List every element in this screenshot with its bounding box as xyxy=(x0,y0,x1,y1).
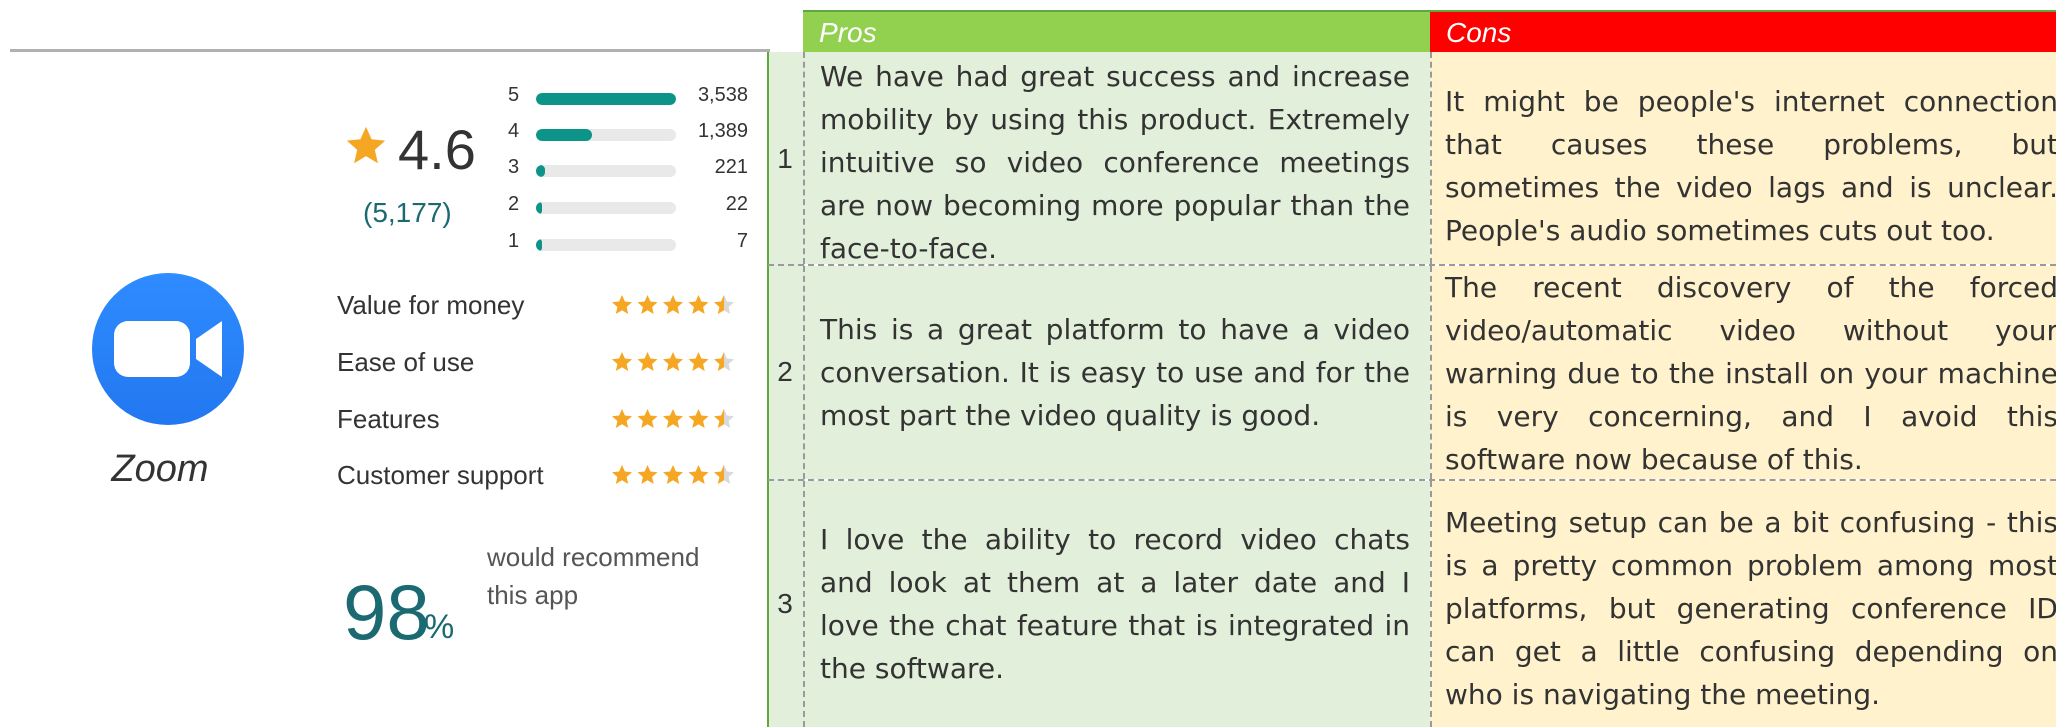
star-icon xyxy=(714,352,734,371)
cons-header-label: Cons xyxy=(1446,17,1512,48)
header-divider xyxy=(10,49,770,52)
histogram-bar xyxy=(536,165,545,177)
histogram-count: 1,389 xyxy=(697,120,748,142)
sub-rating-row: Features xyxy=(337,404,747,444)
row-index: 3 xyxy=(777,588,793,619)
histogram-track xyxy=(536,93,676,105)
sub-rating-name: Customer support xyxy=(337,460,544,490)
star-icon xyxy=(714,409,734,428)
histogram-star-label: 1 xyxy=(508,230,520,252)
star-icon xyxy=(612,465,632,484)
star-icon xyxy=(637,465,658,484)
star-rating xyxy=(610,462,738,493)
cons-header: Cons xyxy=(1430,10,2056,54)
pros-cell: We have had great success and increase m… xyxy=(803,52,1430,265)
star-icon xyxy=(688,409,709,428)
pros-text: We have had great success and increase m… xyxy=(820,60,1410,265)
cons-cell: The recent discovery of the forced video… xyxy=(1430,266,2056,479)
histogram-star-label: 3 xyxy=(508,156,520,178)
histogram-bar xyxy=(536,93,676,105)
star-icon xyxy=(663,352,683,371)
histogram-count: 22 xyxy=(725,193,748,215)
star-icon xyxy=(688,295,709,314)
pros-header-label: Pros xyxy=(819,17,877,48)
histogram-star-label: 5 xyxy=(508,84,520,106)
row-index: 2 xyxy=(777,356,793,387)
recommend-label: would recommend this app xyxy=(487,542,700,610)
star-icon xyxy=(612,352,632,371)
pros-cell: I love the ability to record video chats… xyxy=(803,481,1430,727)
histogram-bar xyxy=(536,202,542,214)
histogram-row: 2 22 xyxy=(508,193,748,219)
histogram-count: 221 xyxy=(714,156,748,178)
review-count: (5,177) xyxy=(363,197,452,228)
histogram-bar xyxy=(536,129,592,141)
product-name: Zoom xyxy=(111,448,209,490)
recommend-percent-sign: % xyxy=(424,608,455,646)
cons-text: Meeting setup can be a bit confusing - t… xyxy=(1445,506,2056,711)
cons-text: The recent discovery of the forced video… xyxy=(1445,271,2056,476)
histogram-count: 7 xyxy=(736,230,748,252)
sub-rating-name: Value for money xyxy=(337,290,525,320)
zoom-logo xyxy=(92,273,244,425)
star-icon xyxy=(612,409,632,428)
pros-text: I love the ability to record video chats… xyxy=(820,523,1410,685)
histogram-star-label: 2 xyxy=(508,193,520,215)
star-icon xyxy=(688,465,709,484)
histogram-row: 5 3,538 xyxy=(508,84,748,110)
video-camera-icon xyxy=(114,321,222,377)
histogram-track xyxy=(536,165,676,177)
histogram-track xyxy=(536,239,676,251)
recommend-percentage: 98 xyxy=(343,568,430,656)
histogram-row: 1 7 xyxy=(508,230,748,256)
sub-rating-row: Ease of use xyxy=(337,347,747,387)
sub-rating-row: Value for money xyxy=(337,290,747,330)
histogram-star-label: 4 xyxy=(508,120,520,142)
star-icon xyxy=(663,409,683,428)
star-icon xyxy=(663,295,683,314)
sub-rating-name: Ease of use xyxy=(337,347,475,377)
star-icon xyxy=(714,465,734,484)
star-icon xyxy=(688,352,709,371)
star-icon xyxy=(612,295,632,314)
pros-text: This is a great platform to have a video… xyxy=(820,313,1410,432)
star-icon xyxy=(637,295,658,314)
histogram-track xyxy=(536,129,676,141)
star-icon xyxy=(663,465,683,484)
cons-cell: Meeting setup can be a bit confusing - t… xyxy=(1430,481,2056,727)
star-rating xyxy=(610,406,738,437)
star-icon xyxy=(714,295,734,314)
pros-cell: This is a great platform to have a video… xyxy=(803,266,1430,479)
histogram-bar xyxy=(536,239,542,251)
cons-text: It might be people's internet connection… xyxy=(1445,85,2056,247)
star-rating xyxy=(610,292,738,323)
sub-rating-name: Features xyxy=(337,404,440,434)
star-icon xyxy=(343,123,389,174)
pros-header: Pros xyxy=(803,10,1430,54)
histogram-count: 3,538 xyxy=(697,84,748,106)
histogram-track xyxy=(536,202,676,214)
star-icon xyxy=(637,409,658,428)
star-rating xyxy=(610,349,738,380)
cons-cell: It might be people's internet connection… xyxy=(1430,52,2056,264)
average-rating: 4.6 xyxy=(398,118,476,181)
sub-rating-row: Customer support xyxy=(337,460,747,500)
row-index: 1 xyxy=(777,143,793,174)
histogram-row: 3 221 xyxy=(508,156,748,182)
star-icon xyxy=(637,352,658,371)
histogram-row: 4 1,389 xyxy=(508,120,748,146)
